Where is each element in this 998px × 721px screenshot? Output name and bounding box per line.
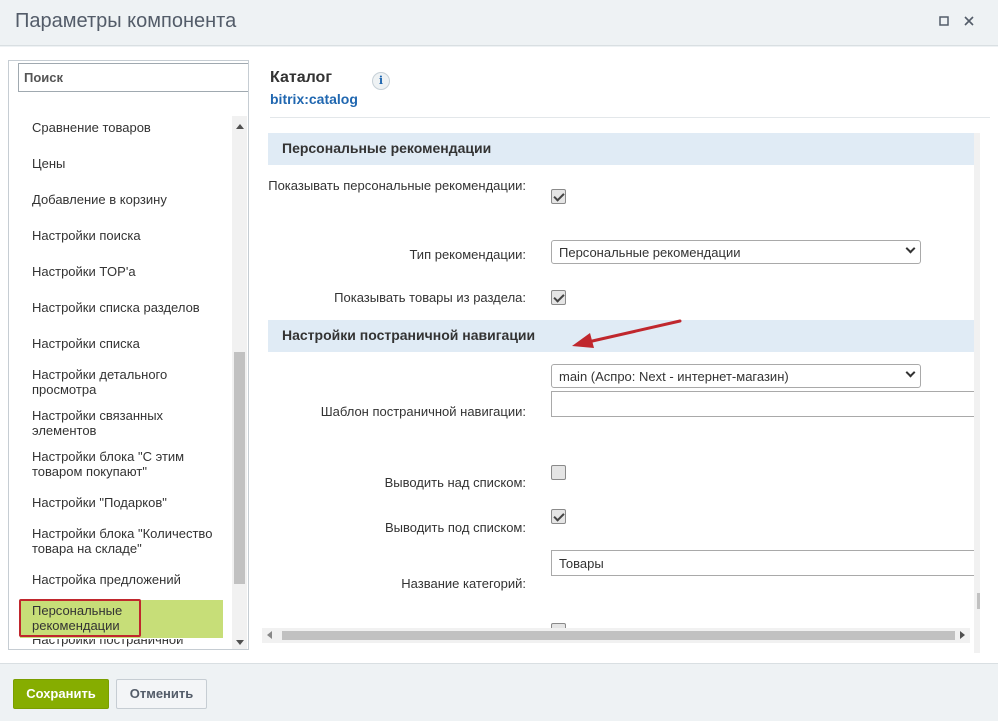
rec-type-select[interactable]: Персональные рекомендации [551,240,921,264]
show-personal-checkbox[interactable] [551,189,566,204]
search-input[interactable]: Поиск [18,63,248,92]
chevron-down-icon [905,243,916,254]
save-button[interactable]: Сохранить [13,679,109,709]
show-personal-label: Показывать персональные рекомендации: [268,178,526,193]
annotation-arrow-icon [572,319,682,348]
dialog-titlebar: Параметры компонента [0,0,998,46]
divider [270,117,990,118]
show-top-label: Выводить над списком: [384,475,526,490]
sidebar-item-top-settings[interactable]: Настройки TOP'а [32,264,222,279]
section-personal-recommendations: Персональные рекомендации [268,133,974,165]
dialog-body: Поиск Сравнение товаров Цены Добавление … [0,47,998,663]
scroll-right-icon[interactable] [960,631,965,639]
pager-template-value: main (Аспро: Next - интернет-магазин) [559,369,789,384]
horizontal-scrollbar[interactable] [262,628,970,643]
component-code: bitrix:catalog [270,91,358,107]
rec-type-label: Тип рекомендации: [409,247,526,262]
properties-scrollbar[interactable] [974,133,980,653]
properties-area: Персональные рекомендации Показывать пер… [268,133,980,653]
properties-scroll-thumb[interactable] [977,593,980,609]
sidebar-item-related[interactable]: Настройки связанных элементов [32,408,222,438]
sidebar-item-add-to-cart[interactable]: Добавление в корзину [32,192,222,207]
sidebar-item-offers[interactable]: Настройка предложений [32,572,222,587]
sidebar-item-list-settings[interactable]: Настройки списка [32,336,222,351]
chevron-down-icon [905,367,916,378]
settings-panel: Каталог i bitrix:catalog Персональные ре… [262,60,998,653]
category-name-input[interactable]: Товары [551,550,980,576]
close-icon[interactable] [962,15,976,29]
show-from-section-checkbox[interactable] [551,290,566,305]
horizontal-scroll-thumb[interactable] [282,631,955,640]
scroll-up-icon[interactable] [236,124,244,129]
pager-template-input[interactable] [551,391,980,417]
pager-template-label: Шаблон постраничной навигации: [320,404,526,419]
sidebar-item-search-settings[interactable]: Настройки поиска [32,228,222,243]
show-bottom-label: Выводить под списком: [384,520,526,535]
sections-sidebar: Поиск Сравнение товаров Цены Добавление … [8,60,249,650]
show-bottom-checkbox[interactable] [551,509,566,524]
highlight-box [19,599,141,637]
component-name: Каталог [270,69,332,86]
sidebar-item-stock[interactable]: Настройки блока "Количество товара на ск… [32,526,222,556]
sidebar-item-compare[interactable]: Сравнение товаров [32,120,222,135]
scroll-down-icon[interactable] [236,640,244,645]
sidebar-item-also-bought[interactable]: Настройки блока "С этим товаром покупают… [32,449,222,479]
show-from-section-label: Показывать товары из раздела: [334,290,526,305]
sidebar-item-section-list[interactable]: Настройки списка разделов [32,300,222,315]
dialog-footer: Сохранить Отменить [0,663,998,721]
sidebar-item-paging[interactable]: Настройки постраничной навигации [32,639,222,647]
info-icon[interactable]: i [372,72,390,90]
sidebar-item-prices[interactable]: Цены [32,156,222,171]
sidebar-scrollbar[interactable] [232,116,247,649]
sidebar-item-detail-settings[interactable]: Настройки детального просмотра [32,367,222,397]
show-top-checkbox[interactable] [551,465,566,480]
cancel-button[interactable]: Отменить [116,679,207,709]
sidebar-scroll-thumb[interactable] [234,352,245,584]
dialog-title: Параметры компонента [15,10,237,32]
pager-template-select[interactable]: main (Аспро: Next - интернет-магазин) [551,364,921,388]
maximize-icon[interactable] [937,15,951,29]
component-settings-dialog: Параметры компонента Поиск Сравнение тов… [0,0,998,721]
rec-type-value: Персональные рекомендации [559,245,741,260]
scroll-left-icon[interactable] [267,631,272,639]
sidebar-item-gifts[interactable]: Настройки "Подарков" [32,495,222,510]
category-name-label: Название категорий: [401,576,526,591]
